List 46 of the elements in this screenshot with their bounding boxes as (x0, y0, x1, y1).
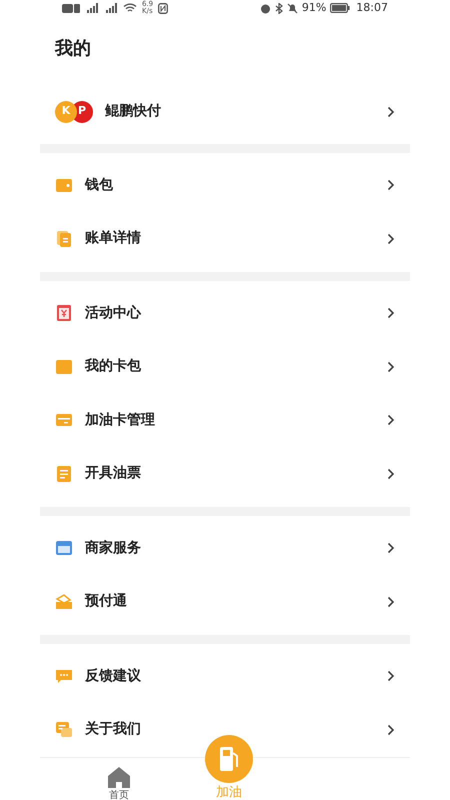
chat-icon (55, 720, 73, 739)
clock-time: 18:07 (356, 0, 388, 16)
nfc-icon (158, 2, 168, 14)
menu-item[interactable]: 预付通 (40, 575, 410, 628)
hd-icon (62, 4, 80, 13)
menu-item[interactable]: 钱包 (40, 158, 410, 212)
chevron-right-icon (387, 106, 395, 118)
envelope-icon (55, 304, 73, 322)
chevron-right-icon (387, 542, 395, 554)
menu-item[interactable]: 账单详情 (40, 212, 410, 266)
menu-item[interactable]: 商家服务 (40, 522, 410, 575)
home-icon (107, 766, 131, 788)
menu-item[interactable]: 开具油票 (40, 447, 410, 500)
signal-icon (85, 3, 99, 14)
account-name: 鲲鹏快付 (105, 102, 162, 121)
chevron-right-icon (387, 596, 395, 608)
wallet-icon (55, 176, 73, 194)
bluetooth-icon (274, 2, 283, 14)
document-icon (55, 230, 73, 248)
chevron-right-icon (387, 179, 395, 192)
chevron-right-icon (387, 414, 395, 426)
store-icon (55, 539, 73, 558)
chevron-right-icon (387, 360, 395, 373)
chevron-right-icon (387, 468, 395, 480)
menu-item[interactable]: 活动中心 (40, 286, 410, 340)
message-icon (55, 667, 73, 686)
fuel-pump-icon (205, 735, 253, 783)
chevron-right-icon (387, 307, 395, 320)
battery-icon (330, 3, 350, 14)
list-icon (55, 464, 73, 483)
tab-button[interactable]: 首页 (107, 766, 131, 800)
signal-icon (104, 3, 118, 14)
account-row[interactable]: K P 鲲鹏快付 (40, 86, 410, 138)
menu-item[interactable]: 加油卡管理 (40, 394, 410, 447)
menu-item[interactable]: 我的卡包 (40, 340, 410, 394)
wifi-icon (123, 3, 137, 14)
card-icon (55, 358, 73, 376)
chevron-right-icon (387, 724, 395, 736)
battery-percent: 91% (302, 0, 326, 16)
hand-card-icon (55, 592, 73, 611)
menu-item[interactable]: 反馈建议 (40, 650, 410, 703)
chevron-right-icon (387, 670, 395, 682)
page-title: 我的 (55, 38, 91, 58)
chevron-right-icon (387, 232, 395, 245)
logo-letter: K (55, 100, 77, 122)
muted-bell-icon (286, 2, 298, 14)
